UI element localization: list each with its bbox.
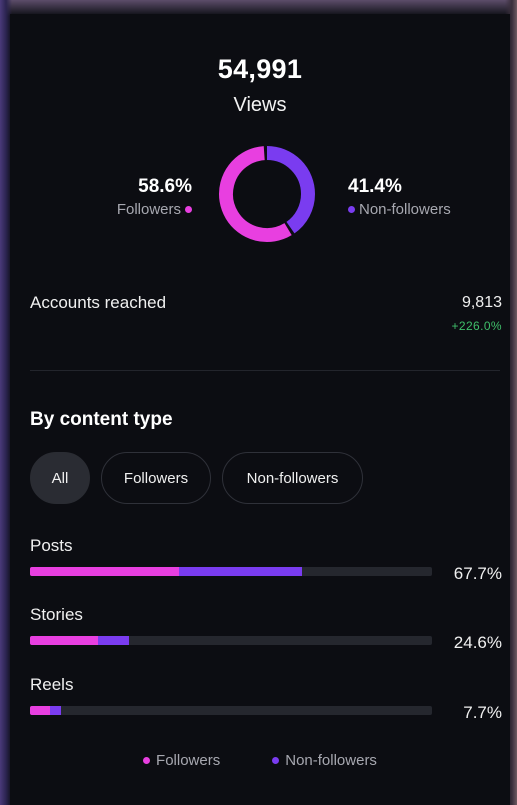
stories-bar-track <box>30 636 432 645</box>
reels-bar-nonfollowers <box>50 706 61 715</box>
accounts-reached-delta: +226.0% <box>451 319 502 333</box>
filter-chip-nonfollowers[interactable]: Non-followers <box>222 452 363 504</box>
followers-caption: Followers <box>116 201 181 218</box>
posts-bar-nonfollowers <box>178 567 303 576</box>
stories-label: Stories <box>30 605 83 624</box>
filter-chip-followers[interactable]: Followers <box>101 452 211 504</box>
nonfollowers-dot-icon <box>348 206 355 213</box>
accounts-reached-label: Accounts reached <box>30 293 167 312</box>
total-views: 54,991 <box>217 54 303 84</box>
content-type-filters: All Followers Non-followers <box>30 452 363 504</box>
reels-bar-followers <box>30 706 51 715</box>
views-label: Views <box>233 94 287 116</box>
followers-dot-icon <box>185 206 192 213</box>
stories-percent: 24.6% <box>453 633 502 652</box>
posts-percent: 67.7% <box>453 564 502 583</box>
posts-bar-track <box>30 567 432 576</box>
section-divider <box>30 370 500 371</box>
legend-nonfollowers: Non-followers <box>272 752 377 769</box>
nonfollowers-stat: 41.4% Non-followers <box>348 176 451 218</box>
chart-legend: Followers Non-followers <box>10 752 510 769</box>
legend-nonfollowers-dot-icon <box>272 757 280 764</box>
content-type-title: By content type <box>30 409 173 430</box>
nonfollowers-caption: Non-followers <box>359 201 451 218</box>
legend-nonfollowers-label: Non-followers <box>285 752 377 769</box>
filter-chip-all[interactable]: All <box>30 452 90 504</box>
stories-bar-nonfollowers <box>98 636 129 645</box>
insights-panel: 54,991 Views 58.6% Followers 41.4% Non-f… <box>10 14 510 805</box>
posts-label: Posts <box>30 536 73 555</box>
nonfollowers-percent: 41.4% <box>348 176 402 197</box>
stories-bar-followers <box>30 636 99 645</box>
reels-bar-track <box>30 706 432 715</box>
views-donut-chart <box>219 146 315 242</box>
legend-followers-dot-icon <box>143 757 151 764</box>
accounts-reached-value: 9,813 <box>461 294 502 311</box>
legend-followers-label: Followers <box>156 752 221 769</box>
legend-followers: Followers <box>143 752 220 769</box>
reels-label: Reels <box>30 675 74 694</box>
reels-percent: 7.7% <box>463 703 502 722</box>
posts-bar-followers <box>30 567 179 576</box>
followers-percent: 58.6% <box>138 176 192 197</box>
followers-stat: 58.6% Followers <box>117 176 192 218</box>
